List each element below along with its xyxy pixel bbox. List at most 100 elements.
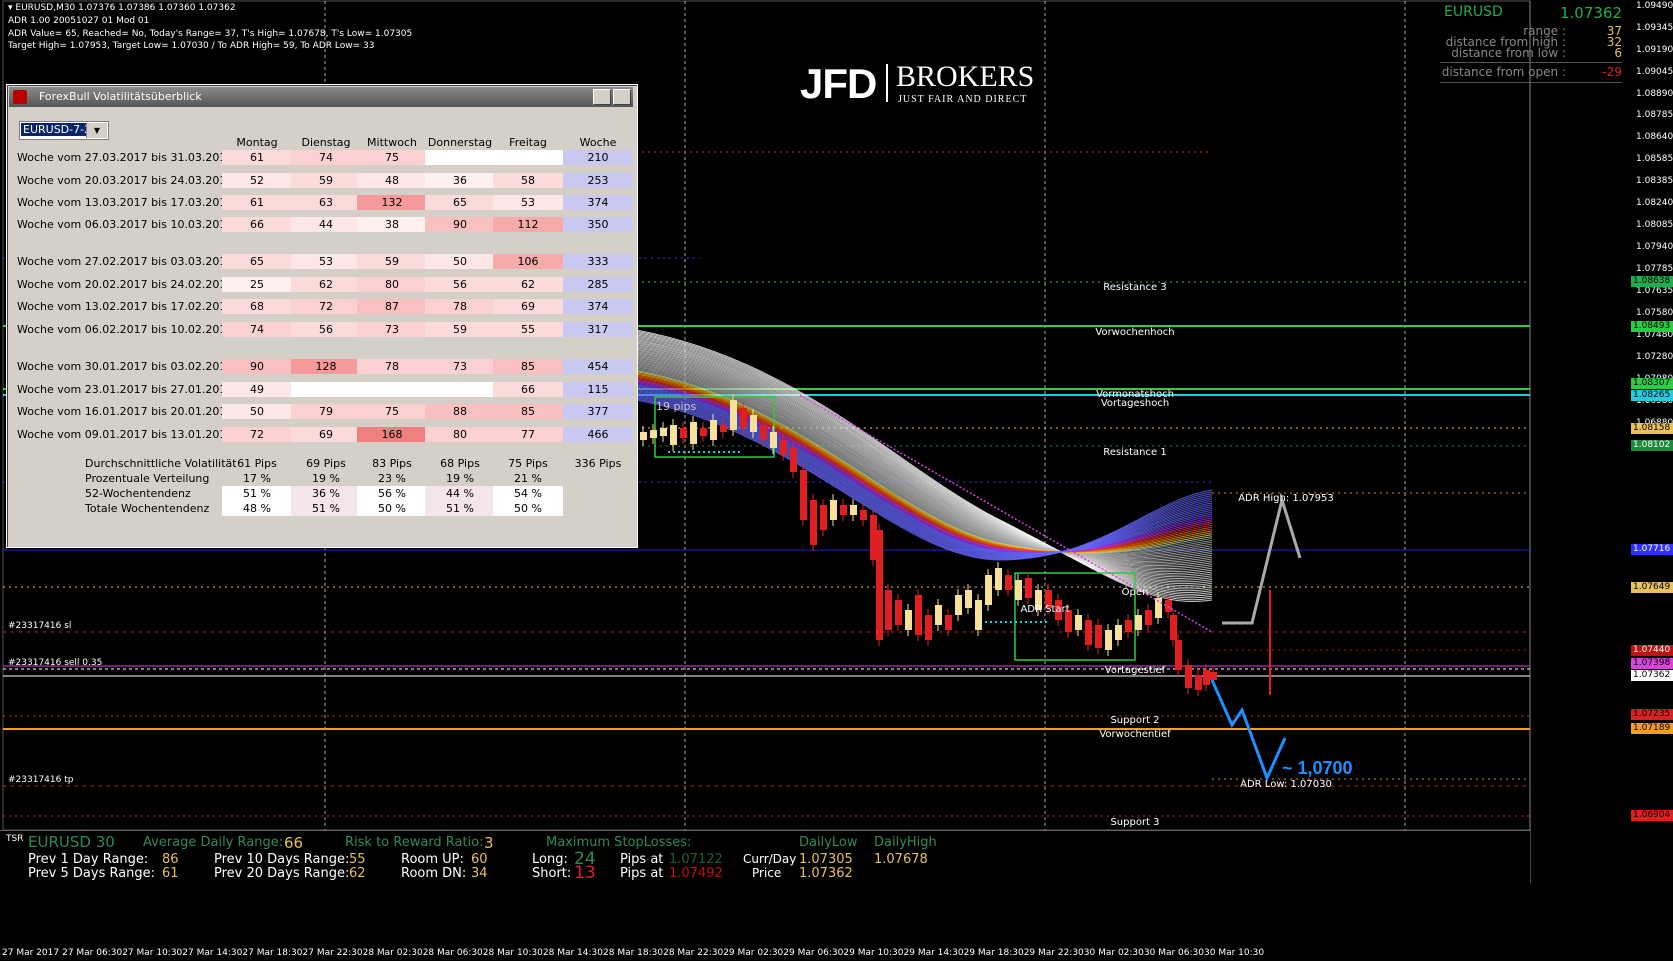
table-cell: 73 (357, 322, 427, 337)
volatility-dialog[interactable]: ForexBull Volatilitätsüberblick EURUSD-7… (6, 84, 638, 548)
level-resistance-1: Resistance 1 (1103, 447, 1167, 458)
order-sl-label[interactable]: #23317416 sl (8, 621, 71, 631)
candle-body (935, 605, 942, 625)
daily-low-value: 1.07305 (799, 852, 853, 867)
table-cell (357, 382, 427, 397)
table-cell: 80 (425, 427, 495, 442)
time-tick: 28 Mar 02:30 (362, 948, 423, 958)
level-prev-week-high: Vorwochenhoch (1095, 327, 1175, 338)
order-tp-label[interactable]: #23317416 tp (8, 775, 73, 785)
candle-body (640, 432, 647, 440)
summary-cell: 36 % (291, 486, 361, 501)
candle-body (925, 615, 932, 640)
candle-body (690, 422, 697, 444)
watermark-divider (886, 64, 888, 102)
price-level-box: 1.07440 (1631, 645, 1673, 656)
panel-symbol: EURUSD 30 (28, 833, 115, 851)
time-tick: 29 Mar 10:30 (843, 948, 904, 958)
info-symbol: EURUSD (1444, 4, 1503, 20)
watermark-tagline: JUST FAIR AND DIRECT (898, 94, 1028, 105)
table-cell: 210 (563, 150, 633, 165)
candle-body (720, 425, 727, 432)
candle-body (650, 430, 657, 438)
level-support-2: Support 2 (1110, 715, 1160, 726)
watermark-brand: JFD (800, 60, 877, 107)
candle-body (895, 600, 902, 625)
price-tick: 1.09045 (1636, 67, 1673, 77)
price-level-box: 1.07189 (1631, 723, 1673, 734)
pips-at-short-value: 1.07492 (669, 866, 723, 881)
week-label: Woche vom 13.02.2017 bis 17.02.2017 (17, 300, 234, 313)
candle-body (1145, 610, 1152, 625)
maximize-button[interactable] (613, 89, 631, 105)
table-cell: 50 (222, 404, 292, 419)
table-cell: 90 (425, 217, 495, 232)
candle-body (820, 505, 827, 530)
trade-stats-panel: TSR EURUSD 30 Average Daily Range: 66 Ri… (0, 830, 1530, 885)
level-adr-high: ADR High: 1.07953 (1238, 493, 1334, 504)
table-cell: 253 (563, 173, 633, 188)
price-level-box: 1.07398 (1631, 658, 1673, 669)
candle-body (680, 428, 687, 438)
candle-body (730, 400, 737, 430)
time-tick: 28 Mar 14:30 (542, 948, 603, 958)
candle-body (955, 595, 962, 615)
candle-body (840, 505, 847, 515)
short-label: Short: (532, 866, 572, 881)
table-cell: 62 (291, 277, 361, 292)
summary-cell: 56 % (357, 486, 427, 501)
candle-body (850, 505, 857, 515)
level-open: Open (1121, 587, 1149, 598)
order-entry-label[interactable]: #23317416 sell 0.35 (8, 658, 102, 668)
chart-header-ohlc: ▾ EURUSD,M30 1.07376 1.07386 1.07360 1.0… (8, 3, 236, 13)
candle-body (1115, 625, 1122, 640)
candle-body (1135, 615, 1142, 630)
column-header: Woche (579, 136, 617, 149)
max-sl-label: Maximum StopLosses: (546, 835, 692, 850)
column-header: Dienstag (301, 136, 351, 149)
app-icon (13, 90, 27, 104)
candle-body (870, 515, 877, 560)
chevron-down-icon[interactable]: ▼ (86, 123, 107, 138)
table-cell: 58 (493, 173, 563, 188)
table-cell: 59 (425, 322, 495, 337)
summary-label: Totale Wochentendenz (85, 502, 210, 515)
prev20-value: 62 (349, 866, 366, 881)
table-cell: 87 (357, 299, 427, 314)
table-cell: 72 (222, 427, 292, 442)
table-cell: 66 (493, 382, 563, 397)
table-cell: 85 (493, 359, 563, 374)
table-cell: 61 (222, 195, 292, 210)
candle-body (670, 425, 677, 445)
table-cell: 350 (563, 217, 633, 232)
summary-cell (563, 486, 633, 501)
candle-body (885, 590, 892, 630)
symbol-select[interactable]: EURUSD-7-22 ▼ (19, 121, 109, 140)
summary-cell: 44 % (425, 486, 495, 501)
time-tick: 30 Mar 10:30 (1204, 948, 1265, 958)
tsr-label: TSR (6, 834, 24, 844)
price-level-box: 1.06904 (1631, 810, 1673, 821)
table-cell: 285 (563, 277, 633, 292)
column-header: Freitag (509, 136, 547, 149)
table-cell: 466 (563, 427, 633, 442)
table-cell: 73 (425, 359, 495, 374)
candle-body (1203, 670, 1210, 685)
price-level-box: 1.07362 (1631, 670, 1673, 681)
candle-body (1095, 625, 1102, 648)
minimize-button[interactable] (593, 89, 611, 105)
table-cell: 65 (222, 254, 292, 269)
price-tick: 1.08240 (1636, 198, 1673, 208)
short-value: 13 (574, 863, 596, 883)
table-cell: 50 (425, 254, 495, 269)
table-cell: 66 (222, 217, 292, 232)
week-label: Woche vom 20.03.2017 bis 24.03.2017 (17, 174, 234, 187)
price-label: Price (752, 866, 782, 880)
candle-body (810, 500, 817, 545)
summary-cell: 51 % (222, 486, 292, 501)
daily-high-value: 1.07678 (874, 852, 928, 867)
prev5-label: Prev 5 Days Range: (28, 866, 156, 881)
dialog-titlebar[interactable]: ForexBull Volatilitätsüberblick (9, 87, 633, 107)
level-resistance-3: Resistance 3 (1103, 282, 1167, 293)
candle-body (1175, 640, 1182, 670)
